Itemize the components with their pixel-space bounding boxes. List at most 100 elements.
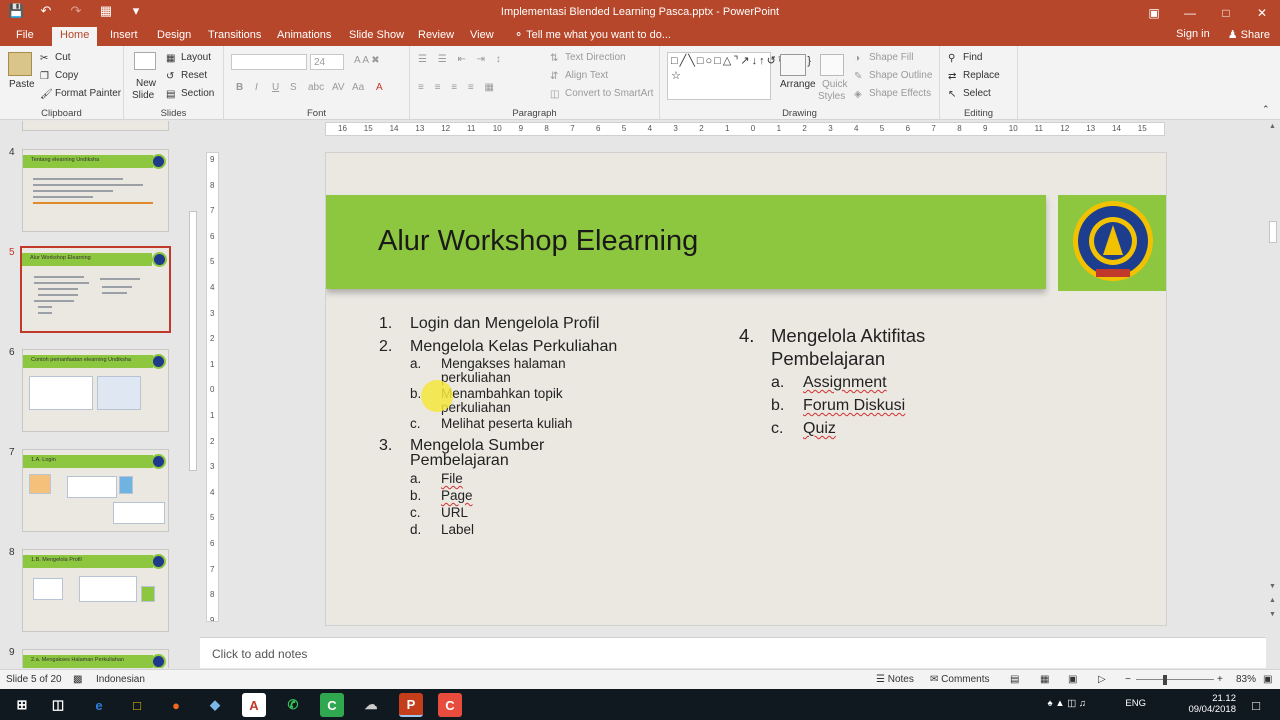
- reading-view-icon[interactable]: ▣: [1068, 674, 1077, 685]
- comments-button[interactable]: ✉ Comments: [930, 674, 990, 685]
- maximize-button[interactable]: □: [1208, 0, 1244, 25]
- tab-slide-show[interactable]: Slide Show: [349, 28, 404, 46]
- cut-button[interactable]: ✂ Cut: [40, 52, 71, 64]
- slide-sorter-icon[interactable]: ▦: [1040, 674, 1049, 685]
- app-icon[interactable]: ◆: [203, 693, 227, 717]
- slideshow-view-icon[interactable]: ▷: [1098, 674, 1106, 685]
- italic-button[interactable]: I: [255, 82, 258, 93]
- input-language[interactable]: ENG: [1125, 698, 1146, 709]
- convert-smartart-button[interactable]: ◫ Convert to SmartArt: [550, 88, 653, 100]
- zoom-level[interactable]: 83%: [1236, 674, 1256, 685]
- language-indicator[interactable]: Indonesian: [96, 674, 145, 685]
- list-buttons-icon[interactable]: ☰ ☰ ⇤ ⇥ ↕: [418, 54, 505, 65]
- fit-slide-icon[interactable]: ▣: [1263, 674, 1272, 685]
- collapse-ribbon-icon[interactable]: ⌃: [1262, 104, 1270, 115]
- sign-in-link[interactable]: Sign in: [1176, 28, 1210, 41]
- tab-animations[interactable]: Animations: [277, 28, 331, 46]
- alignment-buttons-icon[interactable]: ≡ ≡ ≡ ≡ ▦: [418, 82, 498, 93]
- change-case-icon[interactable]: Aa: [352, 82, 364, 93]
- copy-button[interactable]: ❐ Copy: [40, 70, 78, 82]
- font-size-input[interactable]: 24: [310, 54, 344, 70]
- bold-button[interactable]: B: [236, 82, 243, 93]
- slide-thumbnail-4[interactable]: Tentang elearning Undiksha: [22, 149, 169, 232]
- clock-date[interactable]: 09/04/2018: [1188, 704, 1236, 715]
- firefox-icon[interactable]: ●: [164, 693, 188, 717]
- slide-scrollbar[interactable]: ▲ ▼ ▲ ▼: [1266, 121, 1280, 668]
- app-icon-2[interactable]: ☁: [359, 693, 383, 717]
- whatsapp-icon[interactable]: ✆: [281, 693, 305, 717]
- scroll-up-icon[interactable]: ▲: [1269, 123, 1276, 130]
- shape-fill-button[interactable]: ◑ Shape Fill: [854, 52, 913, 64]
- thumb-prev-partial[interactable]: [22, 121, 169, 131]
- align-text-button[interactable]: ⇵ Align Text: [550, 70, 608, 82]
- reset-button[interactable]: ↺ Reset: [166, 70, 207, 82]
- notes-pane[interactable]: Click to add notes: [200, 637, 1266, 668]
- slide-title[interactable]: Alur Workshop Elearning: [378, 225, 698, 258]
- notifications-icon[interactable]: □: [1244, 693, 1268, 717]
- strikethrough-button[interactable]: abc: [308, 82, 324, 93]
- grow-font-icon[interactable]: A A ✖: [354, 55, 380, 66]
- slide-thumbnail-8[interactable]: 1.B. Mengelola Profil: [22, 549, 169, 632]
- shadow-button[interactable]: S: [290, 82, 297, 93]
- tab-view[interactable]: View: [470, 28, 494, 46]
- quick-styles-button-2[interactable]: Styles: [818, 91, 845, 102]
- tab-file[interactable]: File: [16, 28, 34, 46]
- windows-start-icon[interactable]: ⊞: [10, 693, 34, 717]
- close-button[interactable]: ✕: [1244, 0, 1280, 25]
- shapes-gallery[interactable]: □╱╲□○□△⌝↗↓↑↺↻⏝{}☆: [667, 52, 811, 100]
- select-button[interactable]: ↖ Select: [948, 88, 991, 100]
- arrange-button[interactable]: Arrange: [780, 79, 816, 90]
- normal-view-icon[interactable]: ▤: [1010, 674, 1019, 685]
- slide-canvas[interactable]: Alur Workshop Elearning 1. Login dan Meng…: [325, 152, 1167, 626]
- layout-button[interactable]: ▦ Layout: [166, 52, 211, 64]
- scrollbar-thumb[interactable]: [189, 211, 197, 471]
- zoom-in-icon[interactable]: +: [1217, 674, 1223, 685]
- find-button[interactable]: ⚲ Find: [948, 52, 982, 64]
- zoom-out-icon[interactable]: −: [1125, 674, 1131, 685]
- quick-styles-button[interactable]: Quick: [822, 79, 848, 90]
- replace-button[interactable]: ⇄ Replace: [948, 70, 1000, 82]
- camtasia-icon[interactable]: C: [320, 693, 344, 717]
- edge-icon[interactable]: e: [87, 693, 111, 717]
- tab-transitions[interactable]: Transitions: [208, 28, 261, 46]
- font-color-icon[interactable]: A: [376, 82, 383, 93]
- tab-home[interactable]: Home: [52, 27, 98, 46]
- slide-thumbnail-6[interactable]: Contoh pemanfaatan elearning Undiksha: [22, 349, 169, 432]
- ribbon-display-icon[interactable]: ▣: [1136, 0, 1172, 25]
- tell-me-box[interactable]: ⚬ Tell me what you want to do...: [514, 28, 671, 46]
- tab-insert[interactable]: Insert: [110, 28, 138, 46]
- paste-button[interactable]: Paste: [9, 79, 35, 90]
- character-spacing-icon[interactable]: AV: [332, 82, 345, 93]
- slide-thumbnail-5[interactable]: Alur Workshop Elearning: [20, 246, 171, 333]
- file-explorer-icon[interactable]: □: [125, 693, 149, 717]
- font-name-input[interactable]: [231, 54, 307, 70]
- text-direction-button[interactable]: ⇅ Text Direction: [550, 52, 626, 64]
- share-button[interactable]: ♟ Share: [1228, 28, 1270, 41]
- clock-time[interactable]: 21.12: [1188, 693, 1236, 704]
- new-slide-button[interactable]: New: [136, 78, 156, 89]
- acrobat-icon[interactable]: A: [242, 693, 266, 717]
- tray-icons[interactable]: ♠ ▲ ◫ ♫: [1048, 698, 1086, 709]
- scroll-down-icon[interactable]: ▼: [1269, 583, 1276, 590]
- tab-review[interactable]: Review: [418, 28, 454, 46]
- new-slide-button-2[interactable]: Slide: [132, 90, 154, 101]
- shape-effects-button[interactable]: ◈ Shape Effects: [854, 88, 931, 100]
- zoom-slider[interactable]: [1136, 679, 1214, 680]
- scrollbar-thumb[interactable]: [1269, 221, 1277, 243]
- format-painter-button[interactable]: 🖌 Format Painter: [40, 88, 121, 100]
- recorder-icon[interactable]: C: [438, 693, 462, 717]
- prev-slide-icon[interactable]: ▲: [1269, 597, 1276, 604]
- underline-button[interactable]: U: [272, 82, 279, 93]
- arrange-icon[interactable]: [780, 54, 806, 76]
- next-slide-icon[interactable]: ▼: [1269, 611, 1276, 618]
- zoom-slider-thumb[interactable]: [1163, 675, 1167, 685]
- tab-design[interactable]: Design: [157, 28, 191, 46]
- minimize-button[interactable]: —: [1172, 0, 1208, 25]
- new-slide-icon[interactable]: [134, 52, 156, 70]
- slide-thumbnail-9[interactable]: 2.a. Mengakses Halaman Perkuliahan: [22, 649, 169, 668]
- notes-button[interactable]: ☰ Notes: [876, 674, 914, 685]
- shape-outline-button[interactable]: ✎ Shape Outline: [854, 70, 932, 82]
- slide-thumbnail-7[interactable]: 1.A. Login: [22, 449, 169, 532]
- powerpoint-icon[interactable]: P: [399, 693, 423, 717]
- section-button[interactable]: ▤ Section: [166, 88, 214, 100]
